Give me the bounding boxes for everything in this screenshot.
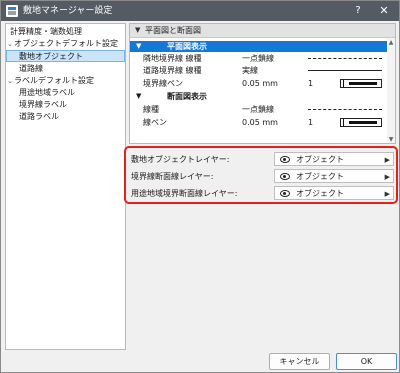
window-title: 敷地マネージャー設定 — [23, 6, 113, 16]
tree-item-label: 敷地オブジェクト — [19, 52, 83, 61]
prop-name: 隣地境界線 線種 — [143, 54, 202, 63]
prop-value[interactable]: 一点鎖線 — [242, 104, 274, 115]
tree-item-label-defaults[interactable]: ⌄ラベルデフォルト設定 — [6, 75, 125, 87]
prop-value[interactable]: 実線 — [242, 65, 258, 76]
layer-row-boundary-section: 境界線断面線レイヤー: オブジェクト ▶ — [131, 169, 394, 185]
layer-row-site-object: 敷地オブジェクトレイヤー: オブジェクト ▶ — [131, 152, 394, 168]
layer-row-zoning-section: 用途地域境界断面線レイヤー: オブジェクト ▶ — [131, 186, 394, 202]
tree-item-object-defaults[interactable]: ⌄オブジェクトデフォルト設定 — [6, 38, 125, 50]
prop-row-section-pen[interactable]: 線ペン 0.05 mm 1 — [130, 117, 387, 128]
chevron-right-icon: ▶ — [384, 156, 390, 164]
prop-value[interactable]: 0.05 mm — [242, 117, 278, 128]
chevron-down-icon[interactable]: ▼ — [136, 91, 141, 102]
layer-label: 用途地域境界断面線レイヤー: — [131, 189, 238, 198]
layer-label: 境界線断面線レイヤー: — [131, 172, 214, 181]
section-header-plan-section[interactable]: ▼ 平面図と断面図 — [130, 24, 395, 38]
tree-item-road-label[interactable]: 道路ラベル — [6, 111, 125, 123]
layer-settings-group: 敷地オブジェクトレイヤー: オブジェクト ▶ 境界線断面線レイヤー: オブジェク… — [124, 146, 398, 204]
prop-name: 線ペン — [143, 118, 167, 127]
chevron-right-icon: ▶ — [384, 173, 390, 181]
pen-number: 1 — [308, 79, 314, 88]
close-button[interactable]: ✕ — [373, 3, 395, 19]
prop-row-section-line-type[interactable]: 線種 一点鎖線 — [130, 104, 387, 115]
dash-dot-line-preview — [308, 109, 382, 110]
prop-name: 線種 — [143, 105, 159, 114]
tree-item-site-object[interactable]: 敷地オブジェクト — [6, 50, 125, 62]
settings-tree: 計算精度・端数処理 ⌄オブジェクトデフォルト設定 敷地オブジェクト 道路線 ⌄ラ… — [5, 23, 126, 350]
prop-row-boundary-pen[interactable]: 境界線ペン 0.05 mm 1 — [130, 78, 387, 89]
layer-select[interactable]: オブジェクト ▶ — [274, 152, 394, 166]
layer-select[interactable]: オブジェクト ▶ — [274, 169, 394, 183]
cancel-button[interactable]: キャンセル — [269, 353, 330, 370]
layer-value: オブジェクト — [296, 189, 344, 198]
layer-label: 敷地オブジェクトレイヤー: — [131, 155, 230, 164]
eye-icon — [280, 190, 290, 197]
chevron-down-icon[interactable]: ▼ — [135, 26, 140, 34]
tree-item-label: 道路ラベル — [19, 112, 59, 121]
tree-item-label: オブジェクトデフォルト設定 — [14, 39, 118, 48]
layer-select[interactable]: オブジェクト ▶ — [274, 186, 394, 200]
solid-line-preview — [308, 70, 382, 71]
section-header-label: 平面図と断面図 — [145, 26, 201, 35]
tree-item-label: 道路線 — [19, 64, 43, 73]
pen-preview-icon[interactable] — [340, 118, 382, 127]
group-row-section-display[interactable]: ▼ 断面図表示 — [130, 91, 387, 102]
chevron-down-icon[interactable]: ⌄ — [6, 75, 14, 87]
property-panel: ▼ 平面図と断面図 ▼ 平面図表示 隣地境界線 線種 一点鎖線 道路境界線 線種… — [129, 23, 396, 144]
layer-value: オブジェクト — [296, 172, 344, 181]
eye-icon — [280, 173, 290, 180]
chevron-down-icon[interactable]: ▼ — [136, 41, 141, 52]
help-button[interactable]: ? — [347, 3, 369, 19]
prop-name: 道路境界線 線種 — [143, 66, 202, 75]
tree-item-road-line[interactable]: 道路線 — [6, 63, 125, 75]
pen-preview-icon[interactable] — [340, 79, 382, 88]
title-bar: 敷地マネージャー設定 ? ✕ — [1, 1, 399, 21]
chevron-down-icon[interactable]: ⌄ — [6, 38, 14, 50]
group-label: 断面図表示 — [167, 92, 207, 101]
scroll-up-icon[interactable]: ▲ — [387, 39, 395, 46]
prop-name: 境界線ペン — [143, 79, 183, 88]
chevron-right-icon: ▶ — [384, 190, 390, 198]
group-row-plan-display[interactable]: ▼ 平面図表示 — [130, 41, 387, 52]
settings-dialog: 敷地マネージャー設定 ? ✕ 計算精度・端数処理 ⌄オブジェクトデフォルト設定 … — [0, 0, 400, 373]
dash-dot-line-preview — [308, 58, 382, 59]
pen-number: 1 — [308, 118, 314, 127]
prop-value[interactable]: 0.05 mm — [242, 78, 278, 89]
ok-button[interactable]: OK — [336, 353, 397, 370]
prop-row-road-line-type[interactable]: 道路境界線 線種 実線 — [130, 65, 387, 76]
layer-value: オブジェクト — [296, 155, 344, 164]
tree-item-label: 境界線ラベル — [19, 100, 67, 109]
app-icon — [6, 5, 18, 17]
tree-item-precision[interactable]: 計算精度・端数処理 — [6, 26, 125, 38]
tree-item-label: 用途地域ラベル — [19, 88, 75, 97]
tree-item-boundary-label[interactable]: 境界線ラベル — [6, 99, 125, 111]
prop-row-neighbor-line-type[interactable]: 隣地境界線 線種 一点鎖線 — [130, 53, 387, 64]
tree-item-label: ラベルデフォルト設定 — [14, 76, 94, 85]
group-label: 平面図表示 — [167, 42, 207, 51]
scroll-down-icon[interactable]: ▼ — [387, 136, 395, 143]
tree-item-zoning-label[interactable]: 用途地域ラベル — [6, 87, 125, 99]
prop-value[interactable]: 一点鎖線 — [242, 53, 274, 64]
property-scrollbar[interactable]: ▲ ▼ — [387, 38, 395, 143]
eye-icon — [280, 156, 290, 163]
tree-item-label: 計算精度・端数処理 — [10, 27, 82, 36]
